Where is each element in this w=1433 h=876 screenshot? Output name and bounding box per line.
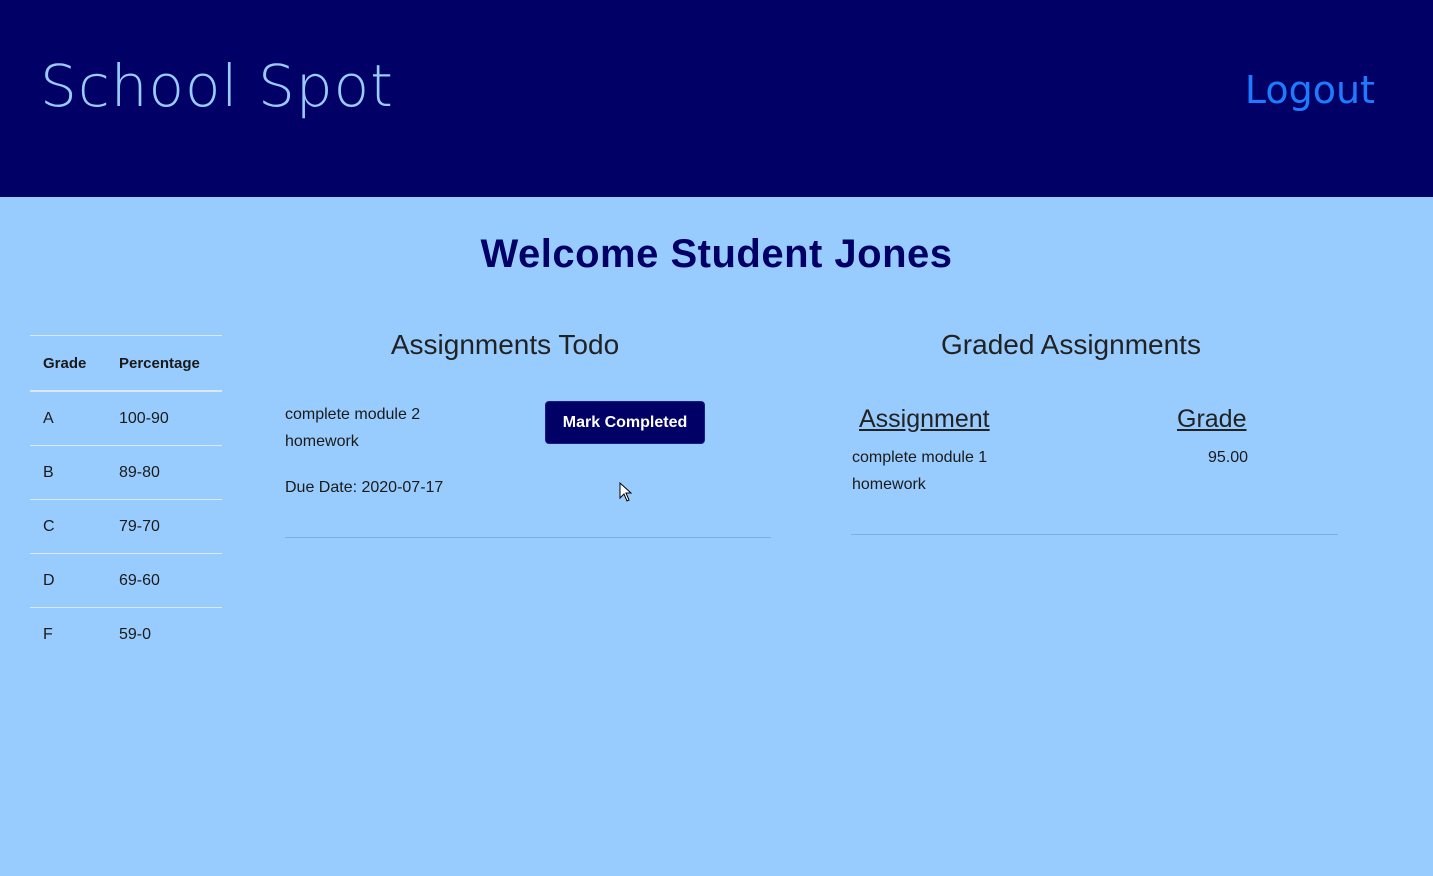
graded-assignment-grade: 95.00 — [1207, 449, 1248, 466]
mark-completed-button[interactable]: Mark Completed — [545, 401, 705, 444]
welcome-heading: Welcome Student Jones — [480, 232, 953, 276]
graded-assignment-name: complete module 1 homework — [852, 449, 988, 493]
grade-percentage: 69-60 — [106, 553, 222, 608]
table-row: F 59-0 — [30, 607, 222, 661]
grade-letter: F — [30, 607, 106, 661]
table-row: D 69-60 — [30, 553, 222, 608]
todo-assignment-name: complete module 2 homework — [285, 406, 421, 450]
grade-percentage: 79-70 — [106, 499, 222, 554]
grade-percentage: 100-90 — [106, 390, 222, 446]
graded-divider — [851, 534, 1338, 535]
todo-divider — [285, 537, 771, 538]
grade-scale-table: Grade Percentage A 100-90 B 89-80 C 79-7… — [30, 335, 222, 661]
graded-section-title: Graded Assignments — [941, 329, 1201, 360]
todo-section-title: Assignments Todo — [390, 329, 620, 360]
grade-letter: A — [30, 390, 106, 446]
table-row: A 100-90 — [30, 390, 222, 446]
grade-scale-header-row: Grade Percentage — [30, 335, 222, 392]
grade-letter: B — [30, 445, 106, 500]
grade-column-header: Grade — [30, 335, 106, 392]
grade-percentage: 59-0 — [106, 607, 222, 661]
grade-percentage: 89-80 — [106, 445, 222, 500]
site-brand[interactable]: School Spot — [40, 46, 394, 126]
table-row: C 79-70 — [30, 499, 222, 554]
grade-column-header: Grade — [1177, 405, 1247, 433]
grade-letter: D — [30, 553, 106, 608]
table-row: B 89-80 — [30, 445, 222, 500]
assignment-column-header: Assignment — [859, 405, 990, 433]
site-header: School Spot Logout — [0, 0, 1433, 197]
grade-letter: C — [30, 499, 106, 554]
todo-due-date: Due Date: 2020-07-17 — [285, 479, 444, 496]
percentage-column-header: Percentage — [106, 335, 222, 392]
logout-link[interactable]: Logout — [1245, 62, 1375, 118]
mouse-cursor-icon — [619, 482, 633, 502]
